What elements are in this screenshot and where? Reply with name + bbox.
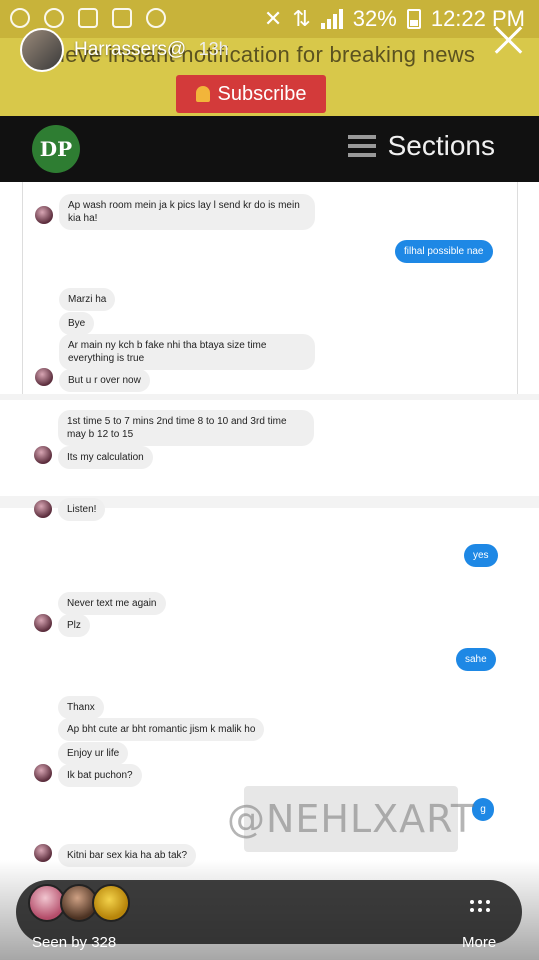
close-story-icon[interactable] [493, 24, 523, 54]
message-received: Ik bat puchon? [58, 764, 142, 787]
mail-icon [112, 8, 132, 28]
message-received: Its my calculation [58, 446, 153, 469]
watermark: @NEHLXART [227, 786, 474, 852]
subscribe-button[interactable]: Subscribe [176, 75, 326, 113]
contact-avatar [34, 500, 52, 518]
message-received: Enjoy ur life [58, 742, 129, 765]
story-username[interactable]: Harrassers@ [74, 39, 186, 60]
sections-label: Sections [387, 130, 495, 161]
message-received: 1st time 5 to 7 mins 2nd time 8 to 10 an… [58, 410, 314, 446]
message-sent: g [472, 798, 494, 821]
battery-percent: 32% [352, 6, 397, 31]
signal-icon [320, 9, 343, 29]
viewer-avatar [92, 884, 130, 922]
viewer-avatars[interactable] [28, 884, 130, 922]
more-button[interactable]: More [462, 934, 496, 951]
messenger-icon [10, 8, 30, 28]
message-sent: yes [464, 544, 498, 567]
hamburger-icon [347, 135, 376, 157]
chat-panel: Ap wash room mein ja k pics lay l send k… [22, 182, 518, 394]
message-received: Ar main ny kch b fake nhi tha btaya size… [59, 334, 315, 370]
story-time: 13h [198, 39, 229, 59]
story-avatar[interactable] [20, 28, 64, 72]
more-options-icon[interactable] [470, 900, 494, 914]
site-header: DP Sections [0, 116, 539, 182]
chat-screenshot-area: Ap wash room mein ja k pics lay l send k… [0, 182, 539, 960]
message-sent: filhal possible nae [395, 240, 493, 263]
contact-avatar [35, 368, 53, 386]
data-transfer-icon: ⇅ [292, 6, 311, 31]
message-received: Thanx [58, 696, 104, 719]
gallery-icon [78, 8, 98, 28]
seen-by-count[interactable]: Seen by 328 [32, 934, 116, 951]
contact-avatar [34, 446, 52, 464]
whatsapp-icon [44, 8, 64, 28]
settings-icon [146, 8, 166, 28]
bell-icon [195, 86, 210, 102]
story-header: Harrassers@ 13h [20, 28, 229, 72]
system-indicators: ✕ ⇅ 32% 12:22 PM [264, 6, 525, 32]
message-sent: sahe [456, 648, 496, 671]
mute-icon: ✕ [263, 6, 283, 31]
message-received: Ap wash room mein ja k pics lay l send k… [59, 194, 315, 230]
message-received: Never text me again [58, 592, 166, 615]
message-received: Plz [58, 614, 90, 637]
message-received: Bye [59, 312, 95, 335]
notification-icons [10, 8, 166, 28]
battery-icon [406, 9, 421, 29]
subscribe-label: Subscribe [217, 82, 307, 105]
sections-menu[interactable]: Sections [347, 130, 495, 162]
chat-panel: 1st time 5 to 7 mins 2nd time 8 to 10 an… [22, 400, 518, 496]
site-logo[interactable]: DP [32, 125, 80, 173]
message-received: But u r over now [59, 369, 150, 392]
message-received: Marzi ha [59, 288, 116, 311]
contact-avatar [34, 614, 52, 632]
message-received: Listen! [58, 498, 106, 521]
message-received: Ap bht cute ar bht romantic jism k malik… [58, 718, 265, 741]
contact-avatar [35, 206, 53, 224]
contact-avatar [34, 764, 52, 782]
